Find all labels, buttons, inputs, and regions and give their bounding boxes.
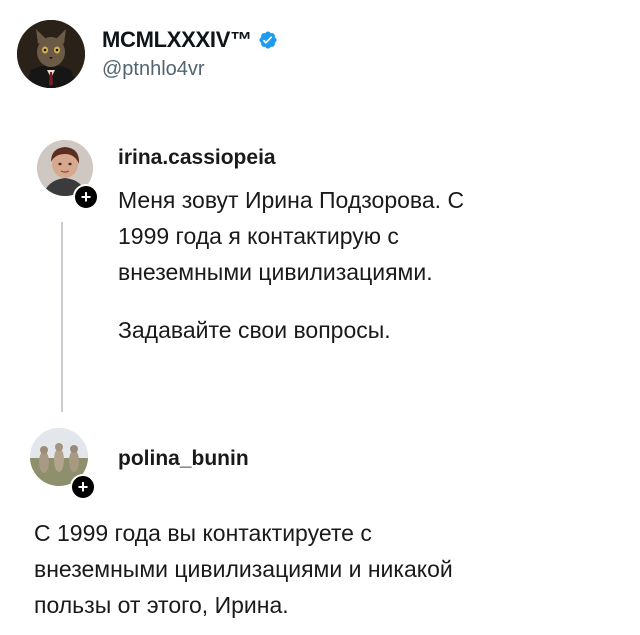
follow-plus-icon[interactable]: +: [70, 474, 96, 500]
post-text-line: Меня зовут Ирина Подзорова. С: [118, 187, 465, 213]
post-text: С 1999 года вы контактируете с внеземным…: [34, 515, 594, 623]
follow-plus-icon[interactable]: +: [73, 184, 99, 210]
post-text: Меня зовут Ирина Подзорова. С 1999 года …: [118, 182, 598, 290]
post-text-line: С 1999 года вы контактируете с: [34, 520, 372, 546]
post-text-line: пользы от этого, Ирина.: [34, 592, 289, 618]
post-username[interactable]: polina_bunin: [118, 447, 249, 471]
cat-in-suit-avatar-icon: [17, 20, 85, 88]
author-avatar[interactable]: [17, 20, 85, 88]
post-username[interactable]: irina.cassiopeia: [118, 146, 276, 170]
post-text-line: внеземными цивилизациями.: [118, 259, 433, 285]
author-display-name[interactable]: MCMLXXXIV™: [102, 27, 252, 53]
verified-badge-icon: [259, 31, 277, 49]
author-handle[interactable]: @ptnhlo4vr: [102, 58, 205, 81]
thread-connector-line: [61, 222, 63, 412]
post-text-line: внеземными цивилизациями и никакой: [34, 556, 453, 582]
post-text-line: 1999 года я контактирую с: [118, 223, 399, 249]
author-name[interactable]: MCMLXXXIV™: [102, 27, 278, 53]
post-text-paragraph: Задавайте свои вопросы.: [118, 317, 391, 343]
